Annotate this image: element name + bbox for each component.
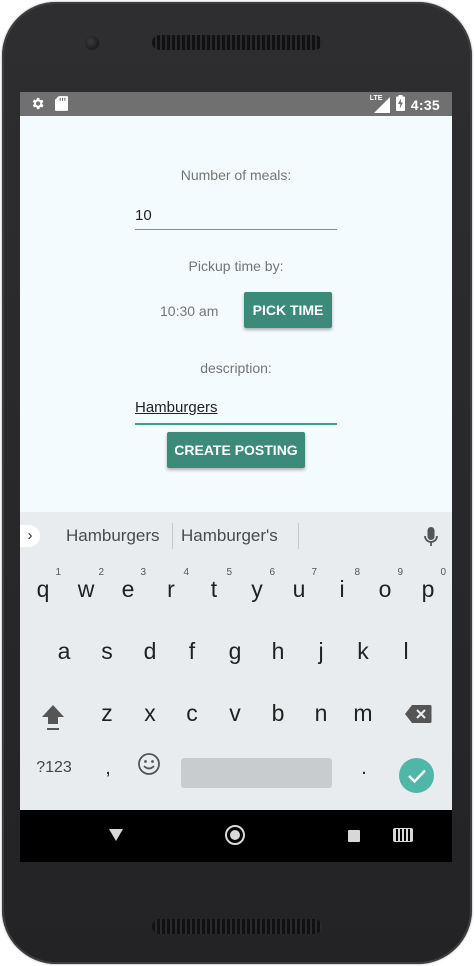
sd-card-icon xyxy=(55,96,68,114)
description-input-value: Hamburgers xyxy=(135,399,218,416)
key-hint: 5 xyxy=(226,567,232,578)
key-b[interactable]: b xyxy=(258,700,298,727)
key-hint: 2 xyxy=(98,567,104,578)
key-letter: i xyxy=(339,576,345,602)
pick-time-button[interactable]: PICK TIME xyxy=(244,292,332,328)
key-letter: o xyxy=(378,576,392,602)
pickup-time-value: 10:30 am xyxy=(160,303,219,319)
key-h[interactable]: h xyxy=(258,638,298,665)
key-r[interactable]: r4 xyxy=(151,567,191,603)
period-key[interactable]: . xyxy=(354,756,374,780)
spacebar[interactable] xyxy=(181,758,332,788)
key-hint: 7 xyxy=(311,567,317,578)
key-c[interactable]: c xyxy=(172,700,212,727)
create-posting-button[interactable]: CREATE POSTING xyxy=(167,432,305,468)
key-x[interactable]: x xyxy=(130,700,170,727)
description-input[interactable]: Hamburgers xyxy=(135,398,337,425)
key-letter: t xyxy=(210,576,218,602)
suggestion-divider xyxy=(172,523,173,549)
key-v[interactable]: v xyxy=(215,700,255,727)
pickup-label: Pickup time by: xyxy=(188,258,284,274)
key-l[interactable]: l xyxy=(386,638,426,665)
key-letter: y xyxy=(251,576,263,602)
key-hint: 8 xyxy=(354,567,360,578)
key-w[interactable]: w2 xyxy=(66,567,106,603)
front-camera xyxy=(85,36,99,50)
description-label: description: xyxy=(200,360,272,376)
key-a[interactable]: a xyxy=(44,638,84,665)
gear-icon xyxy=(30,96,45,114)
shift-arrow-icon xyxy=(39,705,67,736)
key-g[interactable]: g xyxy=(215,638,255,665)
key-i[interactable]: i8 xyxy=(322,567,362,603)
earpiece-speaker xyxy=(152,35,322,50)
device-screen: LTE 4:35 Number of meals: 10 Pickup time… xyxy=(20,92,452,862)
key-q[interactable]: q1 xyxy=(23,567,63,603)
backspace-icon xyxy=(404,705,432,728)
suggestion-item[interactable]: Hamburgers xyxy=(66,526,160,546)
key-hint: 1 xyxy=(55,567,61,578)
smiley-icon xyxy=(137,753,161,780)
suggestion-strip: › Hamburgers Hamburger's xyxy=(20,512,452,560)
key-j[interactable]: j xyxy=(301,638,341,665)
key-k[interactable]: k xyxy=(343,638,383,665)
status-clock: 4:35 xyxy=(410,96,440,113)
meals-label: Number of meals: xyxy=(180,167,292,183)
key-p[interactable]: p0 xyxy=(408,567,448,603)
key-letter: p xyxy=(421,576,435,602)
key-hint: 0 xyxy=(440,567,446,578)
suggestion-divider xyxy=(298,523,299,549)
key-o[interactable]: o9 xyxy=(365,567,405,603)
microphone-icon[interactable] xyxy=(423,525,439,549)
enter-key[interactable] xyxy=(399,758,434,793)
key-u[interactable]: u7 xyxy=(279,567,319,603)
key-hint: 6 xyxy=(269,567,275,578)
key-hint: 9 xyxy=(397,567,403,578)
battery-charging-icon xyxy=(395,95,405,114)
key-n[interactable]: n xyxy=(301,700,341,727)
home-circle-icon[interactable] xyxy=(225,825,245,845)
key-f[interactable]: f xyxy=(172,638,212,665)
key-m[interactable]: m xyxy=(343,700,383,727)
back-triangle-icon[interactable] xyxy=(109,829,123,841)
suggestion-item[interactable]: Hamburger's xyxy=(181,526,278,546)
checkmark-icon xyxy=(407,764,427,786)
key-z[interactable]: z xyxy=(87,700,127,727)
key-s[interactable]: s xyxy=(87,638,127,665)
key-letter: e xyxy=(121,576,135,602)
lte-signal-icon: LTE xyxy=(370,95,390,113)
comma-key[interactable]: , xyxy=(98,756,118,780)
key-e[interactable]: e3 xyxy=(108,567,148,603)
soft-keyboard: › Hamburgers Hamburger's q1 w2 e3 r4 t5 … xyxy=(20,512,452,810)
key-letter: u xyxy=(292,576,306,602)
status-bar: LTE 4:35 xyxy=(20,92,452,116)
key-letter: w xyxy=(77,576,95,602)
emoji-key[interactable] xyxy=(137,752,161,776)
backspace-key[interactable] xyxy=(403,704,433,728)
meals-input-value: 10 xyxy=(135,207,152,224)
symbols-key[interactable]: ?123 xyxy=(30,756,78,780)
meals-input[interactable]: 10 xyxy=(135,206,337,230)
key-t[interactable]: t5 xyxy=(194,567,234,603)
key-letter: q xyxy=(36,576,50,602)
key-hint: 3 xyxy=(140,567,146,578)
key-letter: r xyxy=(167,576,175,602)
chevron-right-icon[interactable]: › xyxy=(20,525,40,547)
key-hint: 4 xyxy=(183,567,189,578)
shift-key[interactable] xyxy=(38,702,68,734)
key-d[interactable]: d xyxy=(130,638,170,665)
recents-square-icon[interactable] xyxy=(348,830,360,842)
bottom-speaker xyxy=(152,919,322,934)
navigation-bar xyxy=(20,810,452,862)
key-y[interactable]: y6 xyxy=(237,567,277,603)
keyboard-switch-icon[interactable] xyxy=(393,828,413,842)
